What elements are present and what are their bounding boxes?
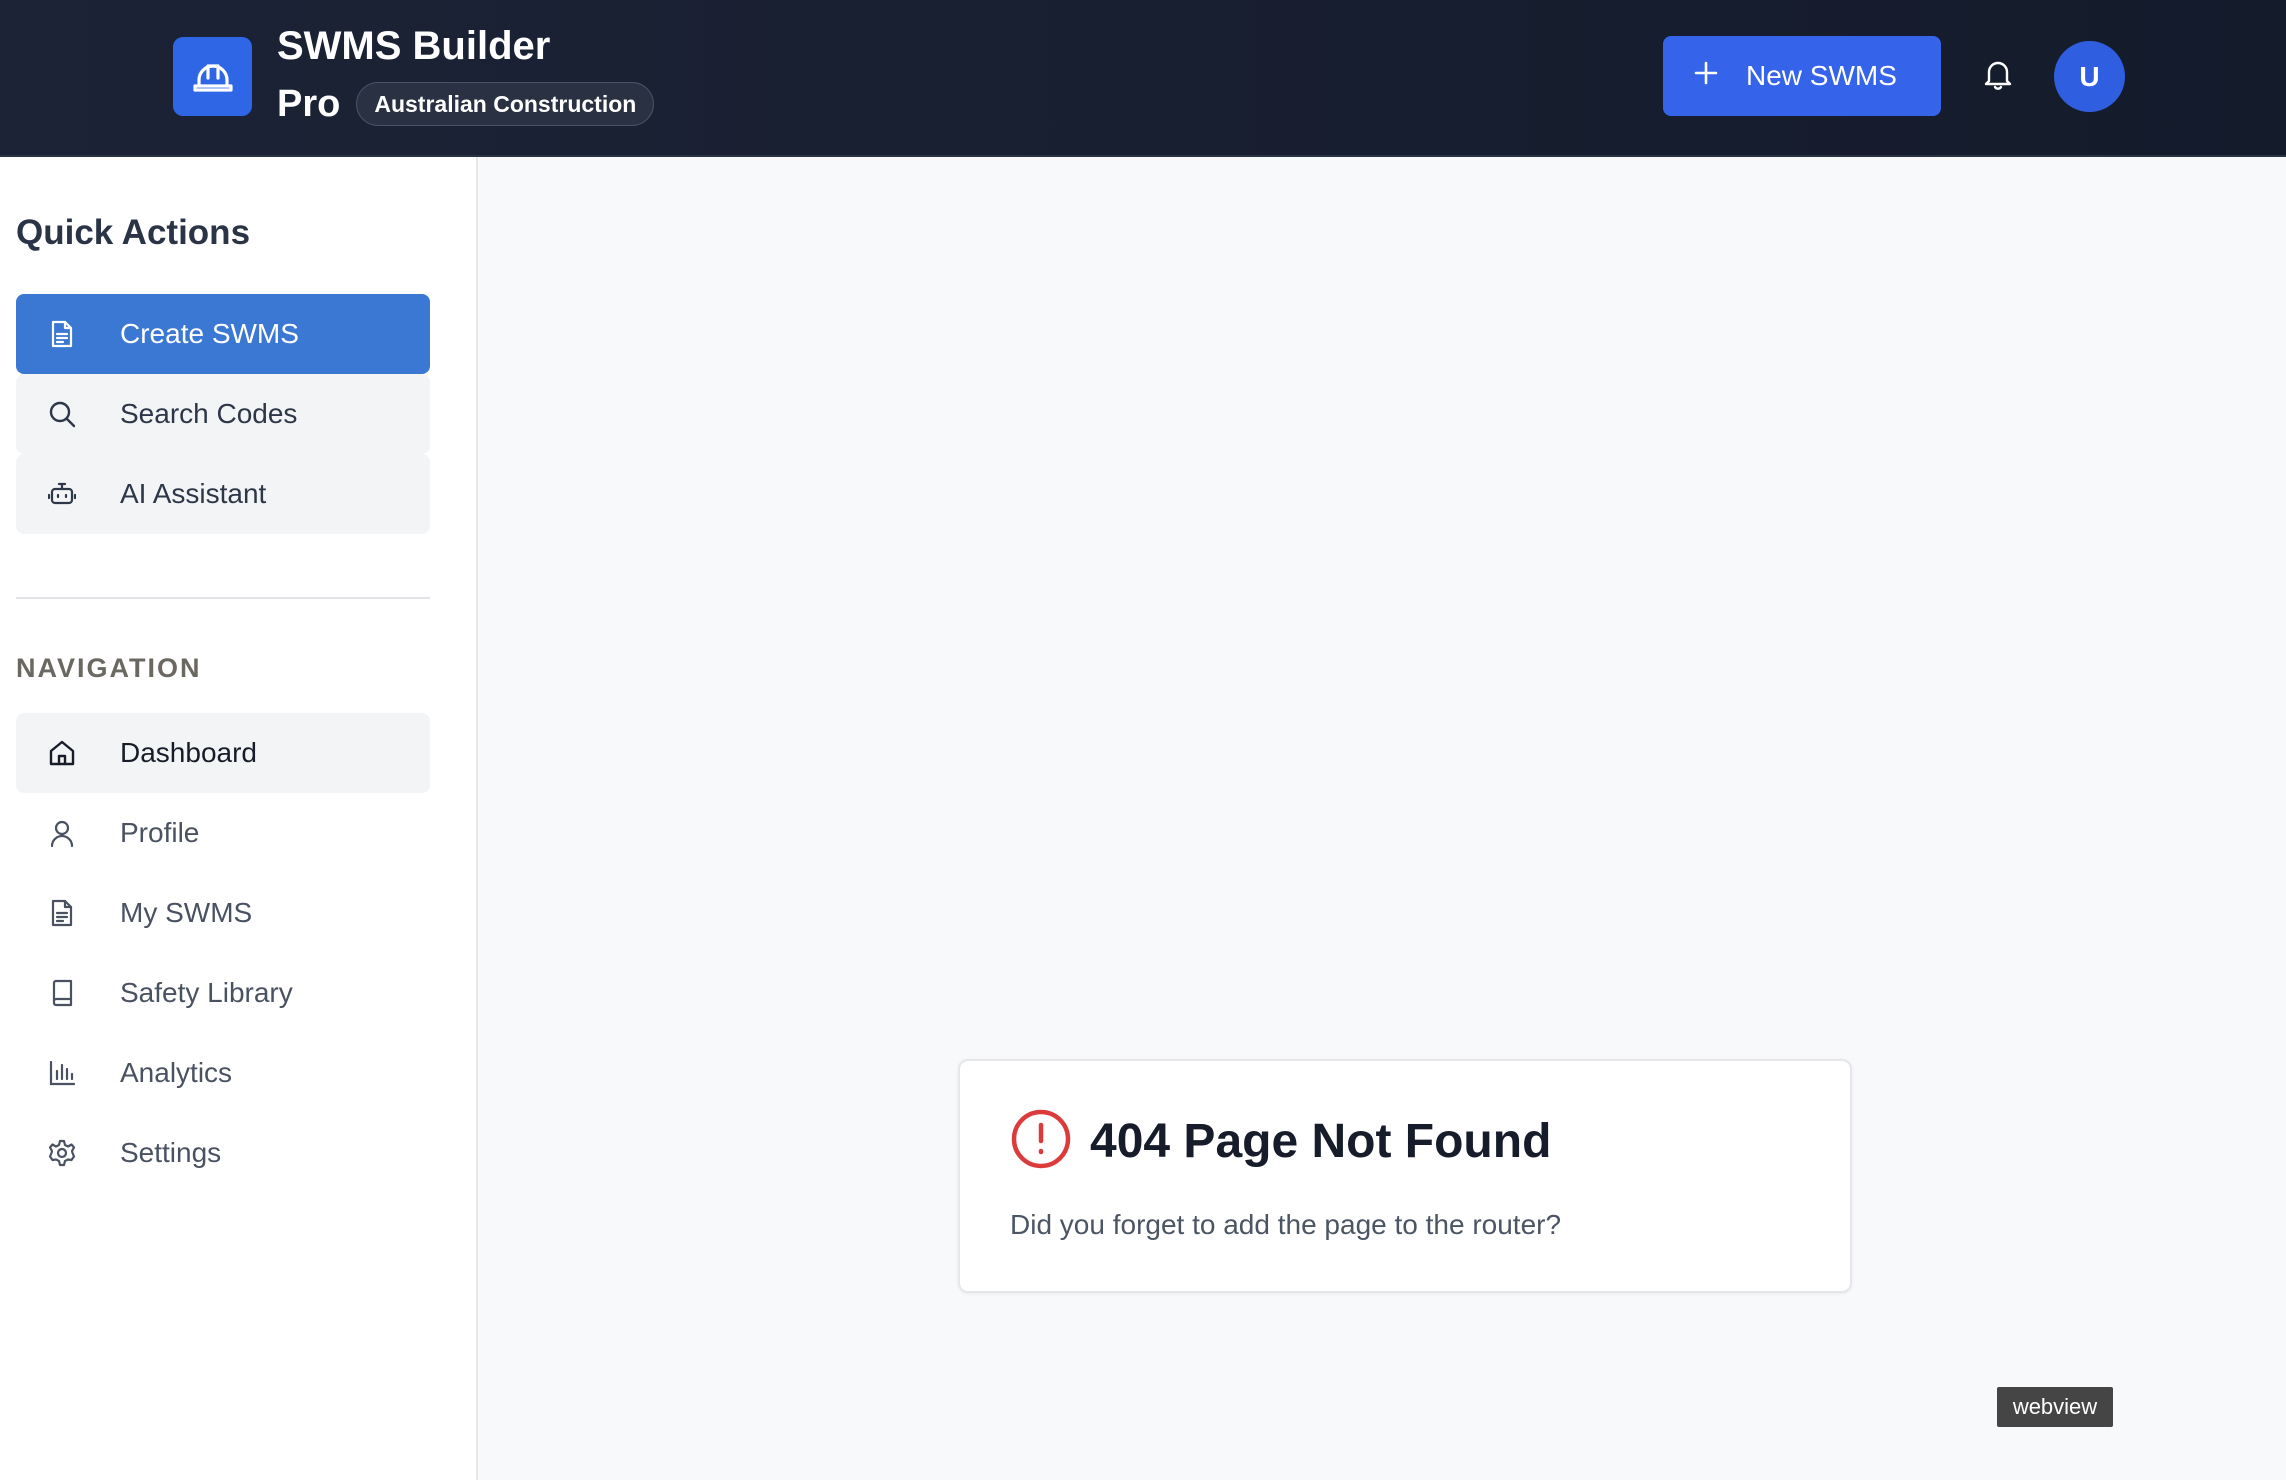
navigation-heading: NAVIGATION: [16, 653, 202, 683]
user-icon: [48, 819, 76, 847]
not-found-message: Did you forget to add the page to the ro…: [1010, 1209, 1562, 1240]
quick-action-label: Search Codes: [120, 398, 298, 429]
quick-action-label: AI Assistant: [120, 478, 267, 509]
nav-item-label: Analytics: [120, 1057, 233, 1088]
nav-item-settings[interactable]: Settings: [16, 1113, 430, 1193]
quick-action-search-codes[interactable]: Search Codes: [16, 374, 430, 454]
alert-circle-icon: [1010, 1108, 1072, 1175]
nav-item-analytics[interactable]: Analytics: [16, 1033, 430, 1113]
hard-hat-icon: [191, 54, 235, 99]
gear-icon: [48, 1139, 76, 1167]
search-icon: [48, 400, 76, 428]
nav-item-dashboard[interactable]: Dashboard: [16, 713, 430, 793]
user-avatar[interactable]: U: [2054, 41, 2125, 112]
bot-icon: [48, 480, 76, 508]
notifications-button[interactable]: [1979, 56, 2017, 96]
region-badge: Australian Construction: [356, 82, 655, 126]
nav-item-label: Dashboard: [120, 737, 257, 768]
plus-icon: [1693, 60, 1719, 93]
home-icon: [48, 739, 76, 767]
document-icon: [48, 899, 76, 927]
bar-chart-icon: [48, 1059, 76, 1087]
sidebar: Quick Actions Create SWMS Search Codes A…: [0, 157, 478, 1480]
app-logo[interactable]: [173, 37, 252, 116]
nav-item-label: Safety Library: [120, 977, 293, 1008]
app-title-suffix: Pro: [277, 82, 341, 125]
new-swms-button[interactable]: New SWMS: [1663, 36, 1941, 116]
app-title: SWMS Builder: [277, 24, 551, 68]
book-icon: [48, 979, 76, 1007]
sidebar-divider: [16, 597, 430, 599]
new-swms-label: New SWMS: [1746, 60, 1897, 91]
webview-label: webview: [1997, 1387, 2113, 1427]
not-found-title: 404 Page Not Found: [1090, 1114, 1552, 1168]
nav-item-my-swms[interactable]: My SWMS: [16, 873, 430, 953]
quick-actions-title: Quick Actions: [16, 213, 251, 252]
not-found-card: 404 Page Not Found Did you forget to add…: [958, 1059, 1852, 1293]
nav-item-profile[interactable]: Profile: [16, 793, 430, 873]
not-found-header: 404 Page Not Found: [1010, 1109, 1552, 1171]
nav-item-label: Settings: [120, 1137, 222, 1168]
nav-item-label: Profile: [120, 817, 200, 848]
app-subtitle: Pro Australian Construction: [277, 80, 655, 128]
nav-item-label: My SWMS: [120, 897, 253, 928]
document-icon: [48, 320, 76, 348]
quick-action-create-swms[interactable]: Create SWMS: [16, 294, 430, 374]
quick-action-ai-assistant[interactable]: AI Assistant: [16, 454, 430, 534]
bell-icon: [1983, 58, 2013, 95]
app-header: SWMS Builder Pro Australian Construction…: [0, 0, 2286, 157]
nav-item-safety-library[interactable]: Safety Library: [16, 953, 430, 1033]
quick-action-label: Create SWMS: [120, 318, 299, 349]
